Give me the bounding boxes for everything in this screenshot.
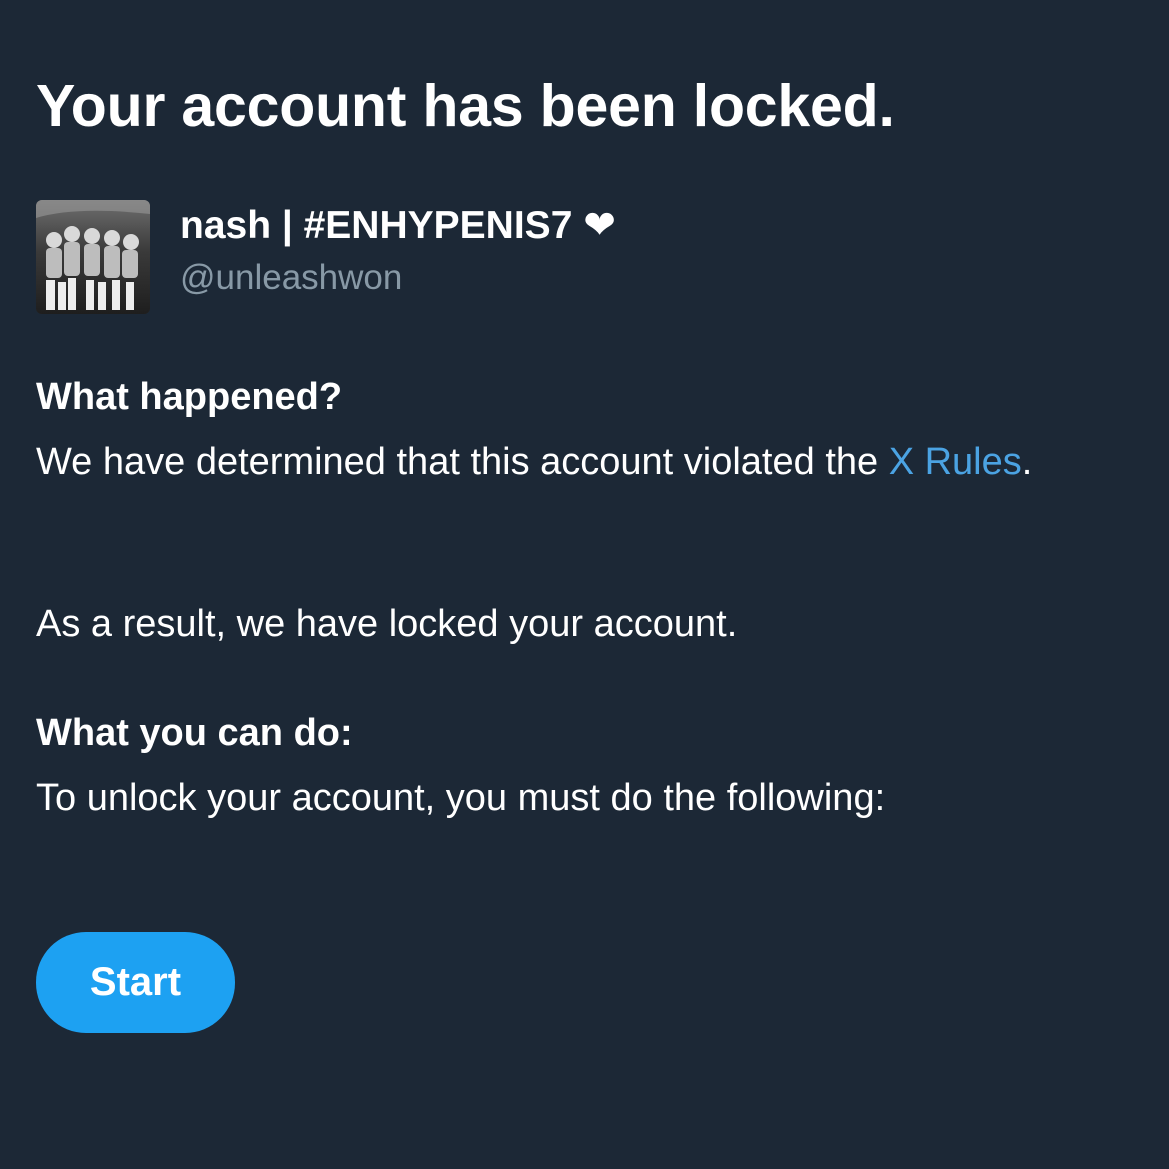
profile-text: nash | #ENHYPENIS7 ❤ @unleashwon: [180, 202, 616, 302]
what-happened-heading: What happened?: [36, 376, 343, 418]
what-you-can-do-heading: What you can do:: [36, 712, 353, 754]
unlock-instructions: To unlock your account, you must do the …: [36, 777, 886, 819]
result-text: As a result, we have locked your account…: [36, 603, 738, 645]
start-button[interactable]: Start: [36, 932, 235, 1033]
x-rules-link[interactable]: X Rules: [889, 441, 1022, 483]
violation-text-end: .: [1021, 441, 1033, 483]
page-title: Your account has been locked.: [36, 73, 895, 139]
violation-text: We have determined that this account vio…: [36, 434, 1036, 490]
account-profile: nash | #ENHYPENIS7 ❤ @unleashwon: [36, 200, 616, 314]
username-handle: @unleashwon: [180, 258, 403, 297]
display-name: nash | #ENHYPENIS7 ❤: [180, 204, 616, 247]
violation-text-start: We have determined that this account vio…: [36, 441, 889, 483]
avatar: [36, 200, 150, 314]
